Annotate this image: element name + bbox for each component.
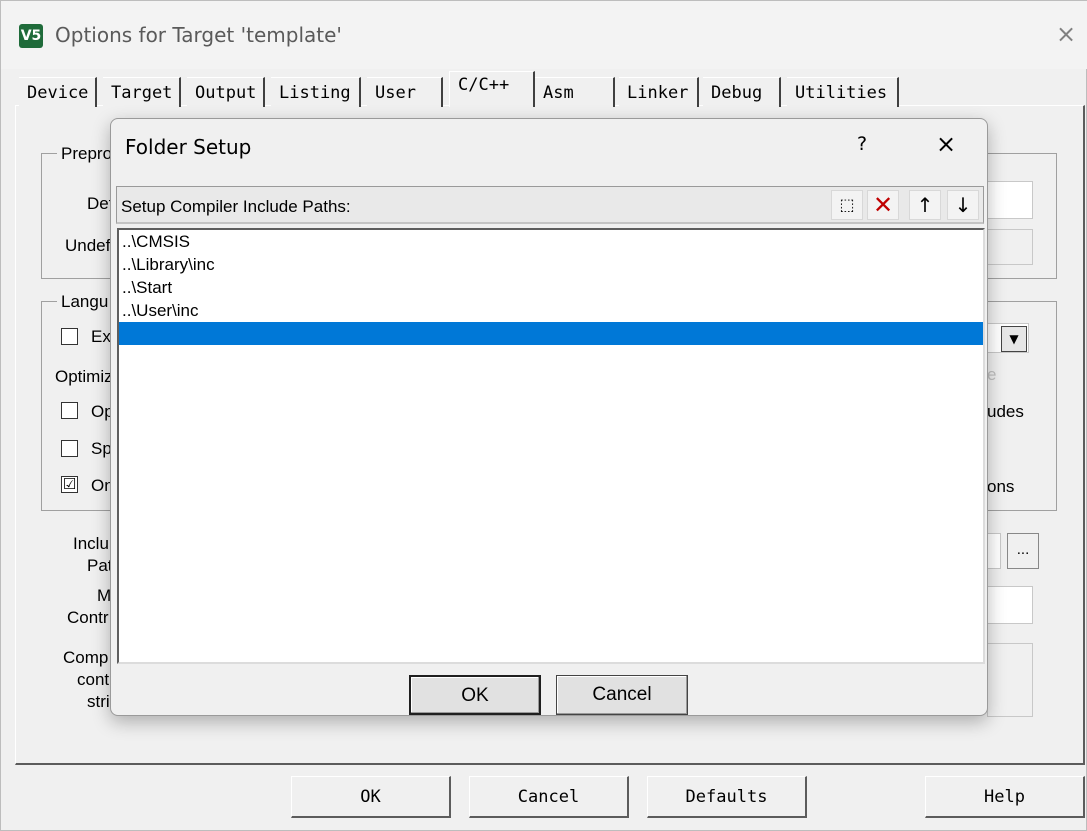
path-item-cmsis[interactable]: ..\CMSIS — [119, 230, 983, 253]
checkbox-op[interactable] — [61, 402, 78, 419]
undefine-field[interactable] — [987, 229, 1033, 265]
tab-c-cpp[interactable]: C/C++ — [449, 71, 535, 107]
tab-utilities[interactable]: Utilities — [787, 77, 899, 107]
define-field[interactable] — [987, 181, 1033, 219]
path-item-library-inc[interactable]: ..\Library\inc — [119, 253, 983, 276]
dialog-cancel-button[interactable]: Cancel — [556, 675, 688, 715]
tab-device[interactable]: Device — [19, 77, 97, 107]
right-option-ons: ons — [987, 477, 1015, 496]
help-icon[interactable]: ? — [857, 133, 867, 155]
cancel-button[interactable]: Cancel — [469, 776, 629, 818]
preprocessor-group-label: Prepro — [57, 144, 117, 164]
compiler-control-label-3: stri — [87, 692, 110, 711]
tab-target[interactable]: Target — [103, 77, 181, 107]
path-item-new-empty[interactable] — [119, 322, 983, 345]
tab-listing[interactable]: Listing — [271, 77, 361, 107]
tab-debug[interactable]: Debug — [703, 77, 781, 107]
title-bar: V5 Options for Target 'template' × — [1, 1, 1087, 69]
include-paths-browse-button[interactable]: ... — [1007, 533, 1039, 569]
ok-button[interactable]: OK — [291, 776, 451, 818]
right-option-udes: udes — [987, 402, 1024, 421]
dialog-ok-button[interactable]: OK — [409, 675, 541, 715]
dialog-close-icon[interactable]: × — [931, 129, 961, 159]
path-item-user-inc[interactable]: ..\User\inc — [119, 299, 983, 322]
language-group-label: Langu — [57, 292, 113, 312]
dialog-title: Folder Setup — [125, 135, 252, 159]
tab-user[interactable]: User — [367, 77, 443, 107]
compiler-control-string-field — [987, 643, 1033, 717]
checkbox-ex-label: Ex — [91, 327, 111, 346]
checkbox-sp[interactable] — [61, 440, 78, 457]
include-paths-label-1: Inclu — [73, 534, 109, 553]
move-up-icon[interactable]: ↑ — [909, 190, 941, 220]
compiler-control-label-2: cont — [77, 670, 110, 689]
folder-setup-dialog: Folder Setup ? × Setup Compiler Include … — [110, 118, 988, 716]
tab-asm[interactable]: Asm — [535, 77, 615, 107]
misc-controls-field[interactable] — [987, 586, 1033, 624]
move-down-icon[interactable]: ↓ — [947, 190, 979, 220]
defaults-button[interactable]: Defaults — [647, 776, 807, 818]
checkbox-ex[interactable] — [61, 328, 78, 345]
window-close-button[interactable]: × — [1051, 19, 1081, 49]
optimization-label: Optimiz — [55, 367, 113, 386]
include-paths-list[interactable]: ..\CMSIS ..\Library\inc ..\Start ..\User… — [117, 228, 985, 664]
checkbox-on[interactable]: ☑ — [61, 476, 78, 493]
compiler-control-label-1: Comp — [63, 648, 109, 667]
misc-controls-label-2: Contr — [67, 608, 109, 627]
checkbox-sp-label: Sp — [91, 439, 112, 458]
include-paths-header: Setup Compiler Include Paths: ⬚ ✕ ↑ ↓ — [116, 186, 984, 224]
help-button[interactable]: Help — [925, 776, 1085, 818]
include-paths-label-2: Pat — [87, 556, 113, 575]
delete-icon[interactable]: ✕ — [867, 190, 899, 220]
app-logo-icon: V5 — [19, 24, 43, 48]
dropdown-arrow-icon[interactable]: ▼ — [1001, 326, 1027, 352]
tab-output[interactable]: Output — [187, 77, 265, 107]
include-paths-field[interactable] — [987, 533, 1001, 569]
tab-linker[interactable]: Linker — [619, 77, 699, 107]
undefine-label: Undef — [65, 236, 111, 255]
window-title: Options for Target 'template' — [55, 23, 342, 47]
right-option-e: e — [987, 365, 997, 384]
path-item-start[interactable]: ..\Start — [119, 276, 983, 299]
include-paths-header-label: Setup Compiler Include Paths: — [121, 197, 351, 216]
new-folder-icon[interactable]: ⬚ — [831, 190, 863, 220]
